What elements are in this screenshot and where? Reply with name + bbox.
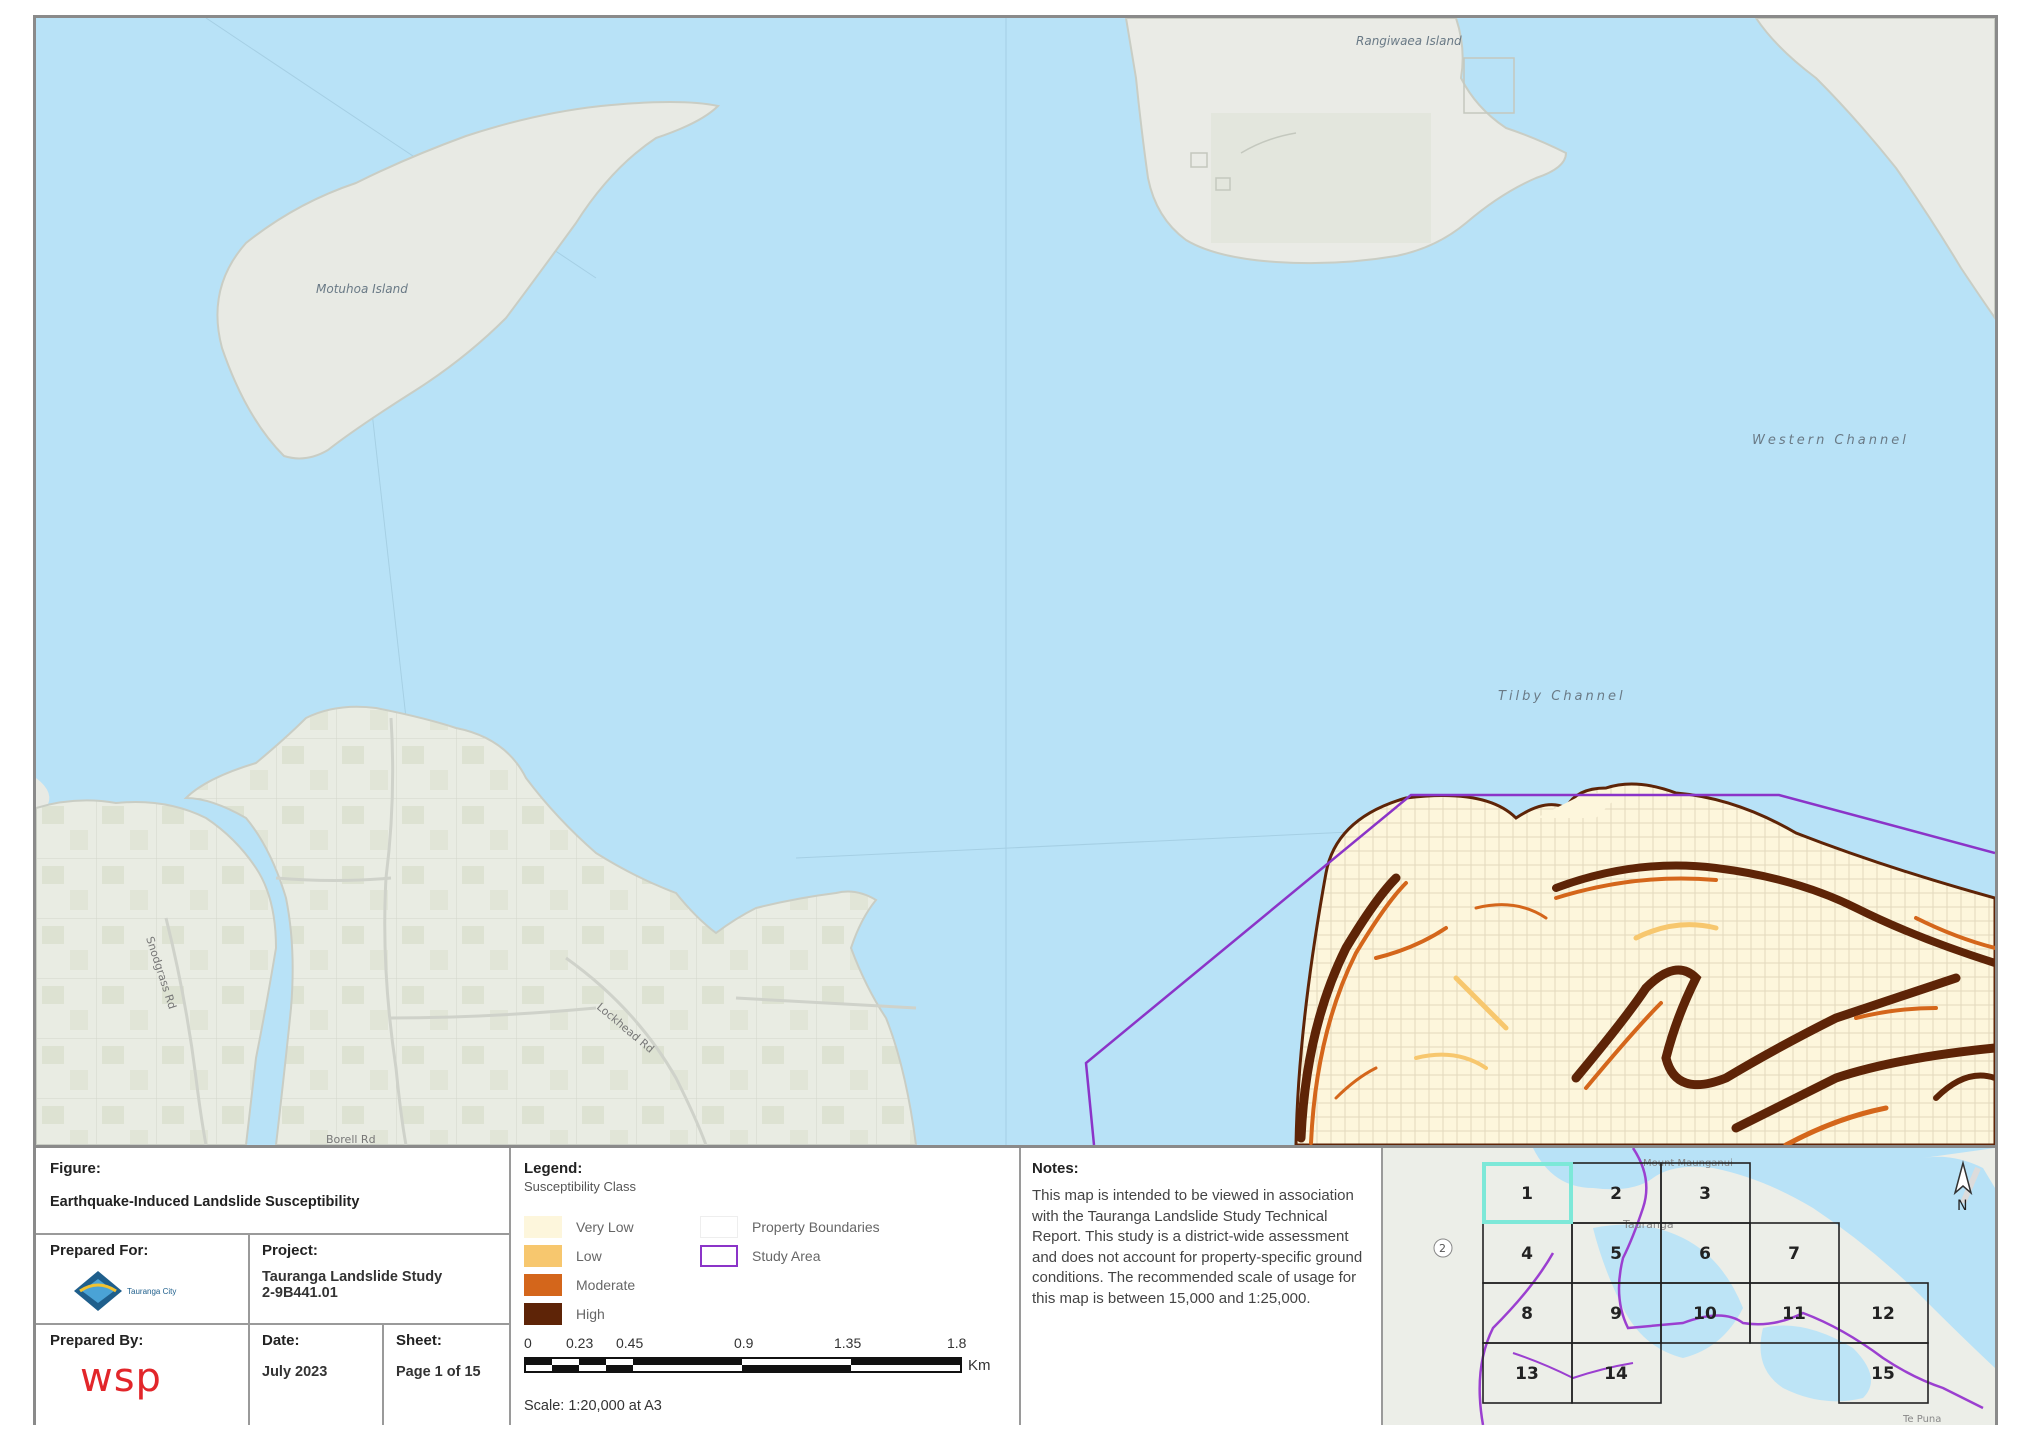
figure-heading: Figure: [50,1160,101,1177]
north-label: N [1957,1198,1967,1214]
scale-tick: 0.9 [734,1335,754,1351]
tauranga-logo: Tauranga City [72,1269,240,1313]
motuhoa-label: Motuhoa Island [316,282,408,296]
scale-tick: 0.23 [566,1335,594,1351]
sheet-number[interactable]: 14 [1604,1364,1628,1384]
index-map[interactable]: 2 Mount Maunganui Tauranga Te Puna N 1 2… [1383,1148,1995,1425]
figure-section: Figure: Earthquake-Induced Landslide Sus… [50,1160,359,1210]
divider [382,1323,384,1425]
western-channel-label: Western Channel [1752,433,1909,448]
sheet-number[interactable]: 7 [1788,1244,1800,1264]
sheet-number[interactable]: 4 [1521,1244,1533,1264]
project-name: Tauranga Landslide Study [262,1269,443,1285]
prepared-by-section: Prepared By: wsp [50,1332,240,1401]
tauranga-logo-icon [74,1271,122,1311]
legend-label: Study Area [752,1248,821,1264]
legend-item-property-boundaries: Property Boundaries [700,1216,880,1238]
date-section: Date: July 2023 [262,1332,327,1380]
sheet-value: Page 1 of 15 [396,1364,481,1380]
sheet-number[interactable]: 12 [1871,1304,1895,1324]
swatch-moderate [524,1274,562,1296]
sheet-section: Sheet: Page 1 of 15 [396,1332,481,1380]
legend-heading: Legend: [524,1160,583,1177]
road-label-3: Borell Rd [326,1133,376,1145]
scale-tick: 1.35 [834,1335,862,1351]
sheet-number[interactable]: 1 [1521,1184,1533,1204]
legend-item-low: Low [524,1245,602,1267]
index-place-2: Te Puna [1902,1414,1941,1425]
project-heading: Project: [262,1242,318,1259]
date-value: July 2023 [262,1364,328,1380]
legend-label: Moderate [576,1277,636,1293]
sheet-number[interactable]: 6 [1699,1244,1711,1264]
swatch-property-boundaries [700,1216,738,1238]
legend-label: High [576,1306,605,1322]
legend-item-moderate: Moderate [524,1274,635,1296]
map-canvas[interactable]: Motuhoa Island Rangiwaea Island Snodgras… [36,18,1995,1145]
legend: Legend: Susceptibility Class Very Low Lo… [524,1160,1014,1420]
date-heading: Date: [262,1332,300,1349]
notes-heading: Notes: [1032,1160,1079,1177]
legend-label: Very Low [576,1219,634,1235]
highway-marker: 2 [1439,1242,1446,1255]
sheet-number[interactable]: 9 [1610,1304,1622,1324]
divider [509,1148,511,1425]
prepared-by-heading: Prepared By: [50,1332,144,1349]
tilby-channel-label: Tilby Channel [1498,689,1626,704]
prepared-for-section: Prepared For: Tauranga City [50,1242,240,1313]
prepared-for-heading: Prepared For: [50,1242,149,1259]
index-place-1: Tauranga [1622,1218,1674,1231]
sheet-heading: Sheet: [396,1332,442,1349]
sheet-number[interactable]: 10 [1693,1304,1717,1324]
notes-section: Notes: This map is intended to be viewed… [1032,1160,1370,1309]
sheet-number[interactable]: 2 [1610,1184,1622,1204]
swatch-very-low [524,1216,562,1238]
figure-title: Earthquake-Induced Landslide Susceptibil… [50,1194,360,1210]
swatch-low [524,1245,562,1267]
scale-tick: 1.8 [947,1335,967,1351]
divider [36,1233,509,1235]
divider [1019,1148,1021,1425]
title-block: Figure: Earthquake-Induced Landslide Sus… [36,1145,1995,1425]
scale-unit: Km [968,1357,991,1374]
scale-tick: 0 [524,1335,532,1351]
legend-item-high: High [524,1303,605,1325]
sheet-number[interactable]: 13 [1515,1364,1539,1384]
scale-bar [524,1357,962,1373]
swatch-study-area [700,1245,738,1267]
legend-item-study-area: Study Area [700,1245,821,1267]
rangiwaea-label: Rangiwaea Island [1356,34,1462,48]
project-section: Project: Tauranga Landslide Study 2-9B44… [262,1242,502,1301]
divider [36,1323,509,1325]
project-number: 2-9B441.01 [262,1285,338,1301]
map-svg: Motuhoa Island Rangiwaea Island Snodgras… [36,18,1995,1145]
index-map-svg: 2 Mount Maunganui Tauranga Te Puna N 1 2… [1383,1148,1995,1425]
sheet-number[interactable]: 11 [1782,1304,1806,1324]
wsp-logo: wsp [80,1355,162,1401]
legend-label: Low [576,1248,602,1264]
notes-text: This map is intended to be viewed in ass… [1032,1187,1363,1307]
tauranga-logo-text: Tauranga City [127,1286,177,1296]
divider [248,1233,250,1425]
sheet-number[interactable]: 5 [1610,1244,1622,1264]
sheet-number[interactable]: 8 [1521,1304,1533,1324]
sheet-number[interactable]: 15 [1871,1364,1895,1384]
scale-tick: 0.45 [616,1335,644,1351]
scale-text: Scale: 1:20,000 at A3 [524,1398,662,1414]
legend-label: Property Boundaries [752,1219,880,1235]
legend-subheading: Susceptibility Class [524,1179,636,1194]
sheet-number[interactable]: 3 [1699,1184,1711,1204]
swatch-high [524,1303,562,1325]
legend-item-very-low: Very Low [524,1216,634,1238]
